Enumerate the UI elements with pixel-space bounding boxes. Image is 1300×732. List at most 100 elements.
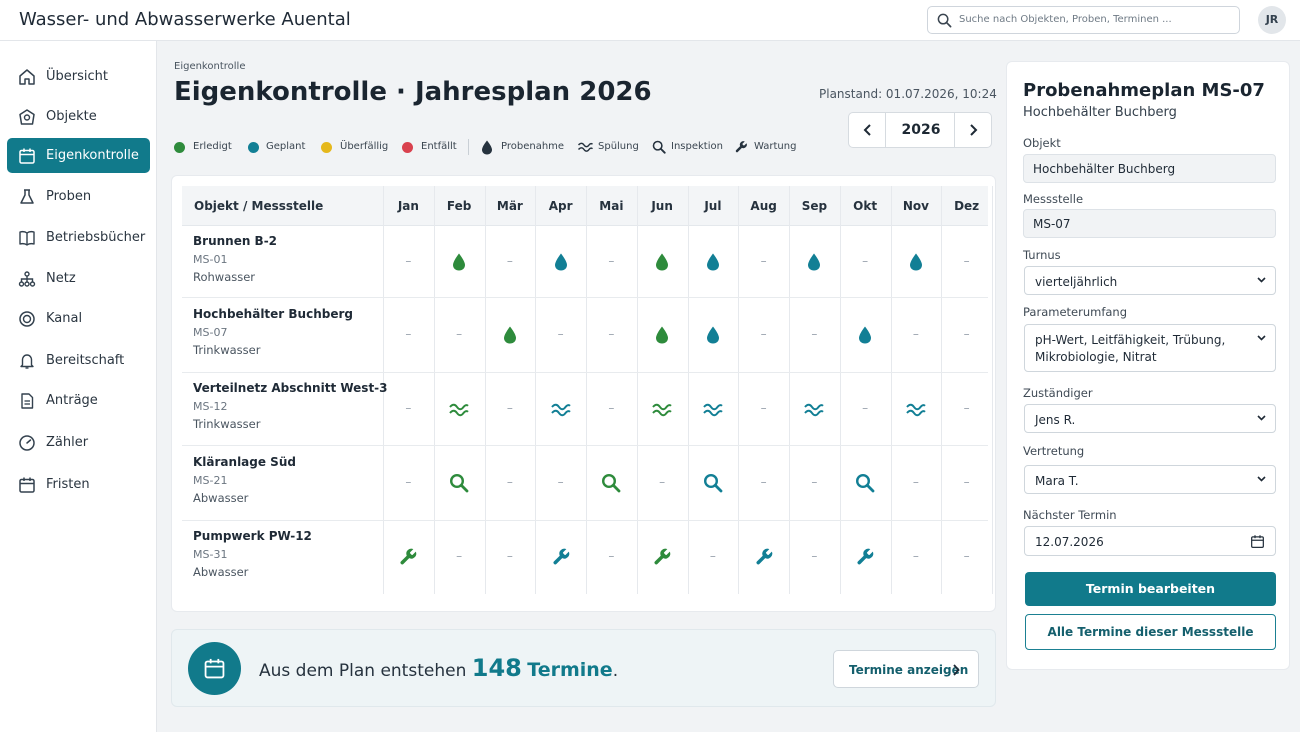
all-appointments-button[interactable]: Alle Termine dieser Messstelle: [1025, 614, 1276, 650]
wrench-icon[interactable]: [551, 547, 571, 567]
drop-icon[interactable]: [449, 252, 469, 272]
magnifier-icon[interactable]: [703, 473, 723, 493]
chevron-left-icon: [863, 124, 871, 136]
zustaendig-label: Zuständiger: [1023, 386, 1093, 400]
object-name: Hochbehälter Buchberg: [193, 306, 353, 321]
summary-suffix: .: [612, 661, 619, 681]
edit-appointment-button[interactable]: Termin bearbeiten: [1025, 572, 1276, 606]
search-placeholder: Suche nach Objekten, Proben, Terminen ..…: [959, 14, 1172, 25]
object-name: Verteilnetz Abschnitt West-3: [193, 380, 388, 395]
month-header: Mär: [496, 199, 523, 213]
empty-cell-dash: –: [456, 326, 463, 341]
month-header: Jan: [397, 199, 419, 213]
turnus-select[interactable]: vierteljährlich: [1024, 266, 1276, 295]
magnifier-icon[interactable]: [449, 473, 469, 493]
status-dot-geplant: [248, 142, 259, 153]
sidebar-item-netz[interactable]: Netz: [7, 261, 150, 296]
magnifier-icon[interactable]: [855, 473, 875, 493]
drop-icon[interactable]: [652, 252, 672, 272]
waves-icon[interactable]: [906, 399, 926, 419]
waves-icon: [578, 142, 593, 152]
sidebar-item-antraege[interactable]: Anträge: [7, 383, 150, 418]
parameter-value: pH-Wert, Leitfähigkeit, Trübung, Mikrobi…: [1035, 333, 1226, 364]
waves-icon[interactable]: [550, 399, 571, 419]
summary-prefix: Aus dem Plan entstehen: [259, 661, 467, 681]
search-input[interactable]: Suche nach Objekten, Proben, Terminen ..…: [927, 6, 1240, 34]
sidebar-item-fristen[interactable]: Fristen: [7, 467, 150, 502]
wrench-icon[interactable]: [754, 547, 774, 567]
sidebar-item-eigenkontrolle[interactable]: Eigenkontrolle: [7, 138, 150, 173]
sidebar-item-kanal[interactable]: Kanal: [7, 301, 150, 336]
sidebar-item-label: Übersicht: [46, 69, 108, 84]
empty-cell-dash: –: [760, 400, 767, 415]
sidebar-item-zaehler[interactable]: Zähler: [7, 425, 150, 460]
column-divider: [992, 186, 993, 594]
empty-cell-dash: –: [963, 326, 970, 341]
wrench-icon[interactable]: [855, 547, 875, 567]
waves-icon[interactable]: [652, 399, 672, 419]
month-header: Jul: [704, 199, 722, 213]
drop-icon[interactable]: [652, 325, 672, 345]
empty-cell-dash: –: [811, 326, 818, 341]
month-header: Okt: [853, 199, 878, 213]
table-header: Objekt / Messstelle Jan Feb Mär Apr Mai Jun Ju…: [182, 186, 988, 226]
next-year-button[interactable]: [954, 113, 991, 147]
month-header: Sep: [801, 199, 828, 213]
wrench-icon[interactable]: [652, 547, 672, 567]
building-icon: [18, 108, 36, 126]
vertretung-label: Vertretung: [1023, 444, 1085, 458]
sidebar-item-proben[interactable]: Proben: [7, 179, 150, 214]
planstand-timestamp: Planstand: 01.07.2026, 10:24: [819, 87, 997, 101]
parameter-select[interactable]: pH-Wert, Leitfähigkeit, Trübung, Mikrobi…: [1024, 324, 1276, 372]
empty-cell-dash: –: [506, 474, 513, 489]
waves-icon[interactable]: [449, 399, 469, 419]
empty-cell-dash: –: [963, 253, 970, 268]
next-date-input[interactable]: 12.07.2026: [1024, 526, 1276, 556]
magnifier-icon[interactable]: [601, 473, 621, 493]
home-icon: [18, 68, 36, 86]
waves-icon[interactable]: [804, 399, 825, 419]
measuring-point-code: MS-12: [193, 399, 228, 413]
column-header-objekt: Objekt / Messstelle: [194, 199, 324, 213]
water-type: Trinkwasser: [193, 416, 261, 431]
wrench-icon[interactable]: [398, 547, 418, 567]
chevron-down-icon: [1257, 415, 1266, 421]
sidebar-item-objekte[interactable]: Objekte: [7, 99, 150, 134]
sidebar-item-betriebsbuecher[interactable]: Betriebsbücher: [7, 220, 150, 255]
drop-icon[interactable]: [703, 325, 723, 345]
sidebar-item-bereitschaft[interactable]: Bereitschaft: [7, 343, 150, 378]
zustaendig-select[interactable]: Jens R.: [1024, 404, 1276, 433]
drop-icon[interactable]: [703, 252, 723, 272]
drop-icon[interactable]: [804, 252, 824, 272]
objekt-field: Hochbehälter Buchberg: [1023, 154, 1276, 183]
previous-year-button[interactable]: [849, 113, 886, 147]
avatar[interactable]: JR: [1258, 6, 1286, 34]
calendar-icon[interactable]: [1250, 534, 1265, 549]
empty-cell-dash: –: [709, 549, 716, 563]
chevron-down-icon: [1257, 277, 1266, 283]
drop-icon[interactable]: [500, 325, 520, 345]
drop-icon[interactable]: [551, 252, 571, 272]
flask-icon: [18, 188, 36, 206]
pipe-icon: [18, 310, 36, 328]
empty-cell-dash: –: [760, 474, 767, 489]
object-name: Kläranlage Süd: [193, 454, 296, 469]
drop-icon[interactable]: [906, 252, 926, 272]
breadcrumb[interactable]: Eigenkontrolle: [174, 61, 245, 72]
sidebar-item-uebersicht[interactable]: Übersicht: [7, 59, 150, 94]
sidebar-item-label: Bereitschaft: [46, 353, 125, 368]
chevron-right-icon: [953, 664, 960, 676]
empty-cell-dash: –: [608, 400, 615, 415]
vertretung-select[interactable]: Mara T.: [1024, 465, 1276, 494]
month-header: Aug: [750, 199, 777, 213]
legend-label: Geplant: [266, 141, 306, 152]
empty-cell-dash: –: [912, 474, 919, 489]
show-appointments-button[interactable]: Termine anzeigen: [833, 650, 979, 688]
empty-cell-dash: –: [557, 474, 564, 489]
object-name: Pumpwerk PW-12: [193, 529, 312, 543]
turnus-label: Turnus: [1023, 248, 1061, 262]
waves-icon[interactable]: [703, 399, 723, 419]
sidebar-item-label: Zähler: [46, 435, 89, 450]
drop-icon[interactable]: [855, 325, 875, 345]
sidebar: Übersicht Objekte Eigenkontrolle Proben …: [0, 41, 157, 732]
